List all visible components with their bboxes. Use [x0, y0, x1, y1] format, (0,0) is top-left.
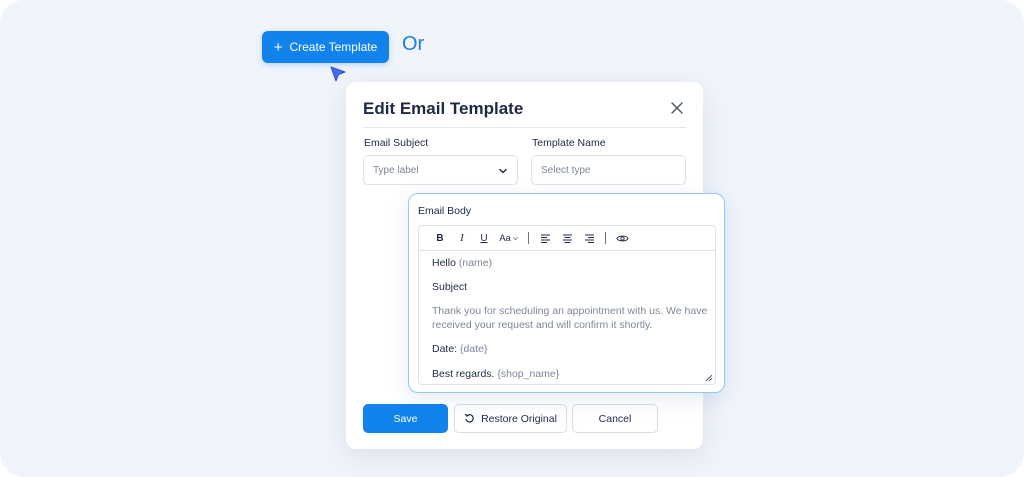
close-icon[interactable] — [670, 101, 684, 115]
name-variable: (name) — [458, 257, 493, 269]
save-button[interactable]: Save — [363, 404, 448, 433]
email-body-editor[interactable]: B I U Aa Hello (name) Subject Thank you … — [418, 225, 716, 385]
email-body-label: Email Body — [418, 205, 472, 217]
modal-divider — [363, 127, 686, 128]
align-left-button[interactable] — [534, 228, 556, 248]
preview-button[interactable] — [611, 228, 633, 248]
date-line: Date: {date} — [432, 343, 487, 355]
italic-button[interactable]: I — [451, 228, 473, 248]
font-size-label: Aa — [499, 232, 511, 244]
template-name-placeholder: Select type — [541, 164, 591, 176]
email-subject-label: Email Subject — [364, 137, 429, 149]
shop-name-variable: {shop_name} — [497, 368, 560, 380]
font-size-dropdown[interactable]: Aa — [495, 228, 523, 248]
align-center-button[interactable] — [556, 228, 578, 248]
create-template-label: Create Template — [289, 40, 378, 54]
chevron-down-icon — [512, 236, 518, 240]
regards-text: Best regards. — [432, 368, 495, 380]
email-subject-select[interactable]: Type label — [363, 155, 518, 185]
align-right-icon — [584, 234, 594, 243]
mouse-cursor-icon — [330, 66, 346, 82]
email-body-card: Email Body B I U Aa Hello (name) Subject… — [408, 193, 725, 393]
eye-icon — [615, 235, 629, 241]
create-template-button[interactable]: + Create Template — [262, 31, 389, 63]
restore-original-label: Restore Original — [481, 412, 557, 425]
align-left-icon — [540, 234, 550, 243]
cancel-button[interactable]: Cancel — [572, 404, 658, 433]
resize-handle-icon[interactable] — [705, 374, 713, 382]
date-label: Date: — [432, 343, 458, 355]
or-label: Or — [402, 33, 425, 55]
restore-original-button[interactable]: Restore Original — [454, 404, 567, 433]
align-right-button[interactable] — [578, 228, 600, 248]
restore-icon — [464, 413, 474, 423]
chevron-down-icon — [499, 168, 507, 174]
greeting-line: Hello (name) — [432, 257, 492, 269]
subject-line: Subject — [432, 281, 468, 293]
toolbar-divider — [605, 232, 606, 244]
bold-button[interactable]: B — [429, 228, 451, 248]
date-variable: {date} — [460, 343, 488, 355]
modal-title: Edit Email Template — [363, 99, 524, 118]
plus-icon: + — [273, 38, 283, 56]
align-center-icon — [562, 234, 572, 243]
template-name-input[interactable]: Select type — [531, 155, 686, 185]
canvas-background: + Create Template Or Edit Email Template… — [0, 0, 1024, 477]
greeting-text: Hello — [432, 257, 456, 269]
editor-toolbar: B I U Aa — [419, 226, 715, 251]
underline-button[interactable]: U — [473, 228, 495, 248]
toolbar-divider — [528, 232, 529, 244]
regards-line: Best regards. {shop_name} — [432, 368, 559, 380]
editor-content: Hello (name) Subject Thank you for sched… — [419, 251, 715, 380]
email-subject-placeholder: Type label — [373, 164, 419, 176]
template-name-label: Template Name — [532, 137, 606, 149]
body-paragraph: Thank you for scheduling an appointment … — [432, 305, 708, 331]
